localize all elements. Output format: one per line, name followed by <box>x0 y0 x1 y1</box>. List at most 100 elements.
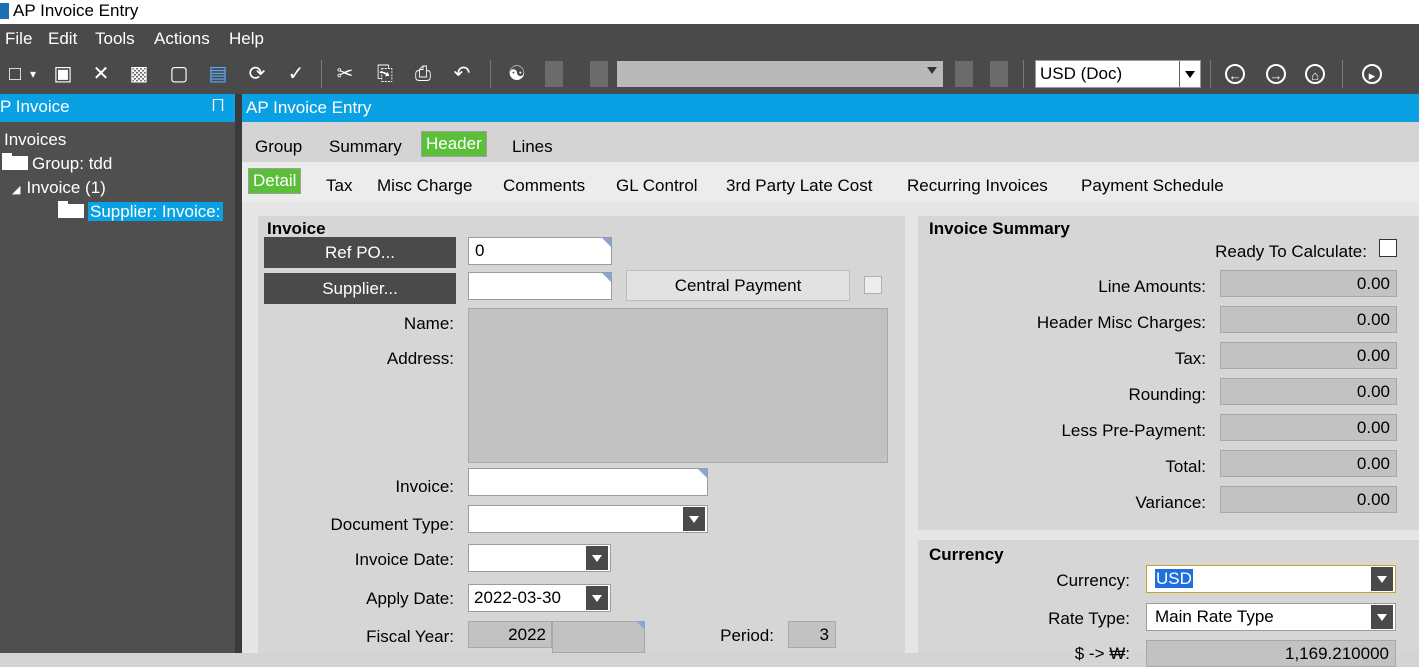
tree-item-supplier[interactable]: Supplier: Invoice: <box>58 201 224 222</box>
top-tab-row: Group Summary Header Lines <box>242 122 1419 162</box>
new-dropdown-icon[interactable]: ▾ <box>27 62 39 86</box>
forward-icon[interactable]: → <box>1266 64 1286 84</box>
period-label: Period: <box>720 626 774 645</box>
tab-summary[interactable]: Summary <box>329 137 402 157</box>
toolbar-separator <box>1342 60 1343 88</box>
app-icon <box>0 3 9 19</box>
folder-icon <box>2 153 28 170</box>
expand-arrow-icon[interactable]: ◢ <box>12 184 20 196</box>
document-type-select[interactable] <box>468 505 708 533</box>
previous-record-icon[interactable] <box>590 61 608 87</box>
tree-panel-header: P Invoice ⨅ <box>0 94 235 122</box>
save-icon[interactable]: ▣ <box>51 62 75 86</box>
toolbar-separator <box>321 60 322 88</box>
tree-item-group[interactable]: Group: tdd <box>2 153 112 174</box>
currency-field-value: USD <box>1155 569 1193 588</box>
tab-detail[interactable]: Detail <box>248 168 302 194</box>
address-label: Address: <box>386 349 454 368</box>
menu-tools[interactable]: Tools <box>95 29 135 49</box>
invoice-summary-title: Invoice Summary <box>929 219 1070 238</box>
tab-misc-charge[interactable]: Misc Charge <box>377 176 472 196</box>
cut-icon[interactable]: ✂ <box>333 62 357 86</box>
line-amounts-label: Line Amounts: <box>1098 277 1206 296</box>
undo-icon[interactable]: ↶ <box>450 62 474 86</box>
panel-splitter[interactable] <box>235 94 242 653</box>
play-icon[interactable]: ▸ <box>1362 64 1382 84</box>
toolbar-separator <box>1210 60 1211 88</box>
delete-icon[interactable]: ✕ <box>89 62 113 86</box>
refresh-icon[interactable]: ⟳ <box>245 62 269 86</box>
tab-lines[interactable]: Lines <box>512 137 553 157</box>
record-selector[interactable] <box>617 61 943 87</box>
tab-recurring-invoices[interactable]: Recurring Invoices <box>907 176 1048 196</box>
clear-icon[interactable]: ✓ <box>284 62 308 86</box>
rate-type-select[interactable]: Main Rate Type <box>1146 603 1396 631</box>
chevron-down-icon[interactable] <box>1179 61 1200 87</box>
note-icon[interactable]: ▢ <box>167 62 191 86</box>
toolbar-separator <box>490 60 491 88</box>
menu-actions[interactable]: Actions <box>154 29 210 49</box>
tab-comments[interactable]: Comments <box>503 176 585 196</box>
menu-file[interactable]: File <box>5 29 32 49</box>
copy-icon[interactable]: ⎘ <box>373 62 397 86</box>
paste-icon[interactable]: ⎙ <box>411 62 435 86</box>
currency-field[interactable]: USD <box>1146 565 1396 593</box>
currency-group-title: Currency <box>929 545 1004 564</box>
fiscal-year-label: Fiscal Year: <box>366 627 454 646</box>
less-pre-payment-label: Less Pre-Payment: <box>1061 421 1206 440</box>
central-payment-checkbox[interactable] <box>864 276 882 294</box>
supplier-input[interactable] <box>468 272 612 300</box>
less-pre-payment-value: 0.00 <box>1220 414 1397 441</box>
chevron-down-icon[interactable] <box>1371 605 1393 629</box>
chevron-down-icon[interactable] <box>683 507 705 531</box>
line-amounts-value: 0.00 <box>1220 270 1397 297</box>
tree-item-invoice[interactable]: ◢ Invoice (1) <box>12 178 106 198</box>
tree-item-invoice-label: Invoice (1) <box>26 178 106 197</box>
chevron-down-icon[interactable] <box>1371 567 1393 591</box>
required-flag-icon <box>636 621 645 630</box>
invoice-summary-group <box>918 216 1419 530</box>
last-record-icon[interactable] <box>990 61 1008 87</box>
supplier-button[interactable]: Supplier... <box>264 273 456 304</box>
pin-icon[interactable]: ⨅ <box>212 97 224 114</box>
variance-label: Variance: <box>1135 493 1206 512</box>
new-icon[interactable]: □ <box>3 62 27 86</box>
tab-tax[interactable]: Tax <box>326 176 352 196</box>
first-record-icon[interactable] <box>545 61 563 87</box>
next-record-icon[interactable] <box>955 61 973 87</box>
rounding-value: 0.00 <box>1220 378 1397 405</box>
tax-value: 0.00 <box>1220 342 1397 369</box>
tab-payment-schedule[interactable]: Payment Schedule <box>1081 176 1224 196</box>
ref-po-input[interactable]: 0 <box>468 237 612 265</box>
header-misc-charges-label: Header Misc Charges: <box>1036 313 1206 332</box>
chevron-down-icon <box>927 67 937 74</box>
tab-3rd-party-late-cost[interactable]: 3rd Party Late Cost <box>726 176 872 196</box>
total-label: Total: <box>1165 457 1206 476</box>
currency-select[interactable]: USD (Doc) <box>1035 60 1201 88</box>
toolbar: □ ▾ ▣ ✕ ▩ ▢ ▤ ⟳ ✓ ✂ ⎘ ⎙ ↶ ☯ USD (Doc) ← … <box>0 54 1419 94</box>
ready-to-calculate-checkbox[interactable] <box>1379 239 1397 257</box>
exchange-rate-label: $ -> ₩: <box>1074 644 1130 663</box>
calendar-dropdown-icon[interactable] <box>586 546 608 570</box>
attachment-icon[interactable]: ▤ <box>206 62 230 86</box>
invoice-input[interactable] <box>468 468 708 496</box>
book-icon[interactable]: ▩ <box>127 62 151 86</box>
menu-edit[interactable]: Edit <box>48 29 77 49</box>
tree-item-invoices[interactable]: Invoices <box>4 130 66 150</box>
tree-item-supplier-label: Supplier: Invoice: <box>88 202 224 221</box>
home-icon[interactable]: ⌂ <box>1305 64 1325 84</box>
tax-label: Tax: <box>1174 349 1206 368</box>
tree-panel-title: P Invoice <box>0 97 70 116</box>
tab-gl-control[interactable]: GL Control <box>616 176 698 196</box>
central-payment-button[interactable]: Central Payment <box>626 270 850 301</box>
rate-type-label: Rate Type: <box>1048 609 1130 628</box>
menu-help[interactable]: Help <box>229 29 264 49</box>
ref-po-button[interactable]: Ref PO... <box>264 237 456 268</box>
name-label: Name: <box>403 314 454 333</box>
back-icon[interactable]: ← <box>1225 64 1245 84</box>
tab-header[interactable]: Header <box>421 131 487 157</box>
search-icon[interactable]: ☯ <box>505 62 529 86</box>
calendar-dropdown-icon[interactable] <box>586 586 608 610</box>
apply-date-value: 2022-03-30 <box>474 588 561 607</box>
tab-group[interactable]: Group <box>255 137 302 157</box>
